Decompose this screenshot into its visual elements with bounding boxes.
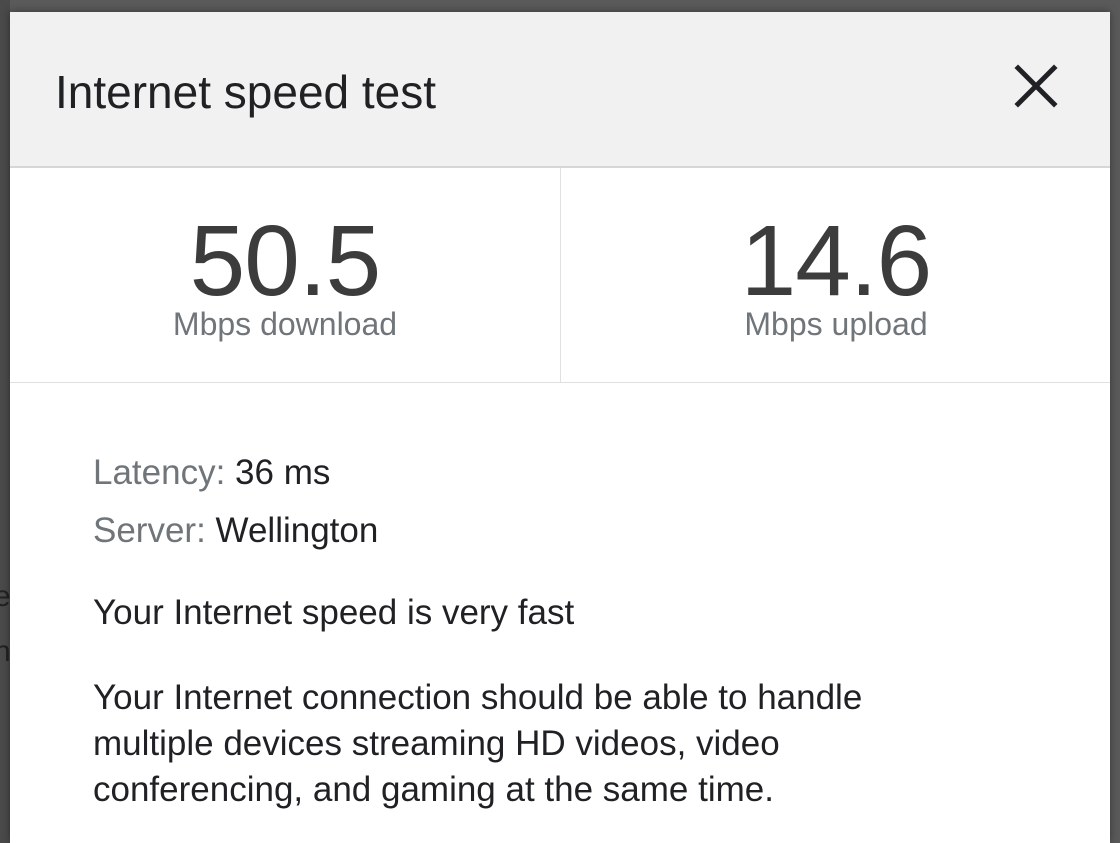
download-metric: 50.5 Mbps download bbox=[10, 168, 560, 382]
speed-test-dialog: Internet speed test 50.5 Mbps download 1… bbox=[10, 12, 1110, 843]
background-text-fragment: i bbox=[0, 785, 1, 819]
background-page-edge: e n i bbox=[0, 0, 11, 843]
download-speed-value: 50.5 bbox=[189, 205, 382, 317]
speed-summary-description: Your Internet connection should be able … bbox=[93, 678, 863, 809]
latency-label: Latency: bbox=[93, 453, 226, 492]
server-label: Server: bbox=[93, 511, 206, 550]
upload-metric: 14.6 Mbps upload bbox=[560, 168, 1110, 382]
upload-speed-label: Mbps upload bbox=[744, 306, 928, 342]
server-line: Server: Wellington bbox=[93, 502, 1073, 560]
latency-value: 36 ms bbox=[235, 453, 331, 492]
test-details: Latency: 36 ms Server: Wellington bbox=[93, 444, 1073, 560]
download-speed-label: Mbps download bbox=[172, 306, 398, 342]
speed-summary-headline: Your Internet speed is very fast bbox=[93, 593, 575, 632]
speed-metrics: 50.5 Mbps download 14.6 Mbps upload bbox=[10, 168, 1110, 383]
close-button[interactable] bbox=[1010, 60, 1062, 112]
dialog-header: Internet speed test bbox=[10, 12, 1110, 168]
dialog-title: Internet speed test bbox=[55, 66, 437, 118]
server-value: Wellington bbox=[215, 511, 379, 550]
close-icon bbox=[1014, 64, 1058, 108]
latency-line: Latency: 36 ms bbox=[93, 444, 1073, 502]
upload-speed-value: 14.6 bbox=[740, 205, 933, 317]
